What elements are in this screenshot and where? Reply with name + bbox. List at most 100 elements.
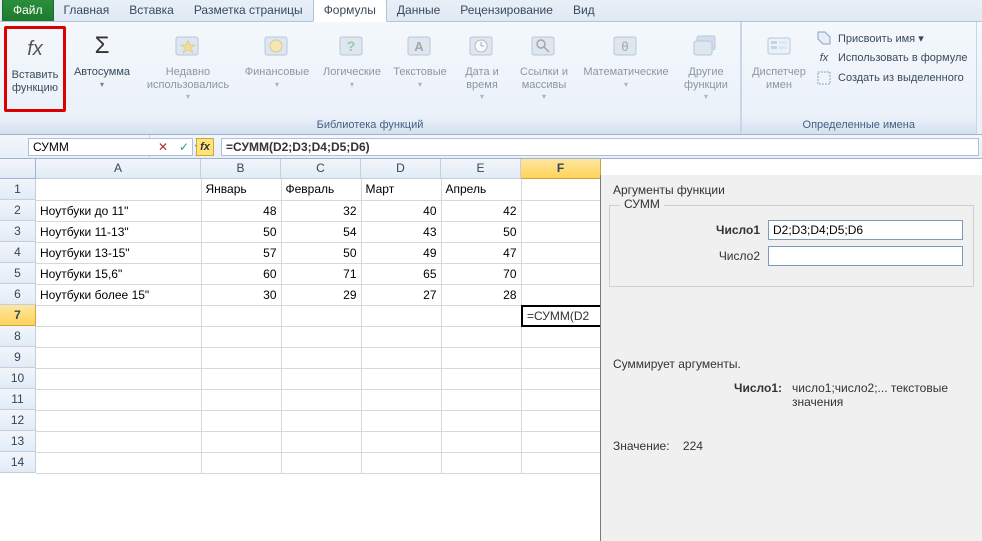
cell[interactable] bbox=[441, 389, 521, 410]
row-header[interactable]: 10 bbox=[0, 368, 36, 389]
col-header[interactable]: A bbox=[36, 159, 201, 179]
cell[interactable] bbox=[201, 410, 281, 431]
cell[interactable] bbox=[281, 431, 361, 452]
row-header[interactable]: 9 bbox=[0, 347, 36, 368]
cell[interactable] bbox=[281, 347, 361, 368]
row-header[interactable]: 12 bbox=[0, 410, 36, 431]
cell[interactable] bbox=[441, 431, 521, 452]
cell[interactable]: 50 bbox=[441, 221, 521, 242]
tab-insert[interactable]: Вставка bbox=[119, 0, 184, 21]
cell[interactable]: Апрель bbox=[441, 179, 521, 200]
cell[interactable]: 40 bbox=[361, 200, 441, 221]
cell[interactable] bbox=[201, 389, 281, 410]
cell[interactable] bbox=[201, 368, 281, 389]
cell[interactable] bbox=[281, 305, 361, 326]
cell[interactable]: 65 bbox=[361, 263, 441, 284]
cell[interactable] bbox=[521, 179, 601, 200]
cell[interactable]: 70 bbox=[441, 263, 521, 284]
row-header[interactable]: 11 bbox=[0, 389, 36, 410]
row-header[interactable]: 13 bbox=[0, 431, 36, 452]
datetime-button[interactable]: Дата и время ▾ bbox=[452, 26, 512, 112]
select-all-cell[interactable] bbox=[0, 159, 36, 179]
tab-data[interactable]: Данные bbox=[387, 0, 450, 21]
cell[interactable]: 43 bbox=[361, 221, 441, 242]
cell[interactable] bbox=[201, 347, 281, 368]
tab-home[interactable]: Главная bbox=[54, 0, 120, 21]
row-header[interactable]: 8 bbox=[0, 326, 36, 347]
cell[interactable] bbox=[361, 410, 441, 431]
cell[interactable]: 50 bbox=[201, 221, 281, 242]
cell[interactable] bbox=[36, 326, 201, 347]
cell[interactable] bbox=[441, 347, 521, 368]
math-button[interactable]: θ Математические ▾ bbox=[576, 26, 676, 112]
cell[interactable] bbox=[521, 452, 601, 473]
cell[interactable]: Март bbox=[361, 179, 441, 200]
recently-used-button[interactable]: Недавно использовались ▾ bbox=[138, 26, 238, 112]
tab-formulas[interactable]: Формулы bbox=[313, 0, 387, 22]
cell[interactable]: 47 bbox=[441, 242, 521, 263]
text-button[interactable]: A Текстовые ▾ bbox=[388, 26, 452, 112]
tab-review[interactable]: Рецензирование bbox=[450, 0, 563, 21]
cell[interactable]: Ноутбуки более 15" bbox=[36, 284, 201, 305]
cell[interactable] bbox=[361, 389, 441, 410]
tab-page-layout[interactable]: Разметка страницы bbox=[184, 0, 313, 21]
cell[interactable]: 27 bbox=[361, 284, 441, 305]
row-header[interactable]: 3 bbox=[0, 221, 36, 242]
cell[interactable] bbox=[36, 389, 201, 410]
cell[interactable] bbox=[281, 368, 361, 389]
cell[interactable]: 29 bbox=[281, 284, 361, 305]
cancel-formula-button[interactable]: ✕ bbox=[154, 138, 172, 156]
insert-function-button[interactable]: fx Вставить функцию bbox=[4, 26, 66, 112]
cell[interactable] bbox=[361, 452, 441, 473]
cell[interactable]: 71 bbox=[281, 263, 361, 284]
cell[interactable] bbox=[521, 326, 601, 347]
cell[interactable]: 32 bbox=[281, 200, 361, 221]
cell[interactable]: 57 bbox=[201, 242, 281, 263]
cell[interactable]: Ноутбуки 15,6" bbox=[36, 263, 201, 284]
col-header[interactable]: C bbox=[281, 159, 361, 179]
logical-button[interactable]: ? Логические ▾ bbox=[316, 26, 388, 112]
name-manager-button[interactable]: Диспетчер имен bbox=[746, 26, 812, 112]
cell[interactable] bbox=[441, 452, 521, 473]
cell[interactable]: 30 bbox=[201, 284, 281, 305]
cell[interactable] bbox=[521, 221, 601, 242]
row-header[interactable]: 6 bbox=[0, 284, 36, 305]
cell[interactable]: 48 bbox=[201, 200, 281, 221]
cell[interactable] bbox=[36, 368, 201, 389]
col-header[interactable]: E bbox=[441, 159, 521, 179]
cell[interactable] bbox=[36, 305, 201, 326]
cell[interactable] bbox=[281, 410, 361, 431]
row-header[interactable]: 4 bbox=[0, 242, 36, 263]
cell[interactable] bbox=[521, 263, 601, 284]
cell[interactable]: Ноутбуки 13-15" bbox=[36, 242, 201, 263]
cell[interactable]: 54 bbox=[281, 221, 361, 242]
lookup-button[interactable]: Ссылки и массивы ▾ bbox=[512, 26, 576, 112]
cell[interactable] bbox=[201, 431, 281, 452]
cell[interactable] bbox=[36, 431, 201, 452]
cell[interactable] bbox=[441, 326, 521, 347]
cell[interactable] bbox=[201, 326, 281, 347]
cell[interactable] bbox=[521, 284, 601, 305]
cell[interactable] bbox=[521, 389, 601, 410]
formula-input[interactable]: =СУММ(D2;D3;D4;D5;D6) bbox=[221, 138, 979, 156]
spreadsheet-grid[interactable]: Январь Февраль Март Апрель Ноутбуки до 1… bbox=[36, 179, 602, 474]
cell[interactable] bbox=[361, 347, 441, 368]
cell[interactable] bbox=[521, 410, 601, 431]
cell[interactable] bbox=[361, 431, 441, 452]
cell[interactable]: Ноутбуки 11-13" bbox=[36, 221, 201, 242]
cell[interactable]: 50 bbox=[281, 242, 361, 263]
create-from-selection-button[interactable]: Создать из выделенного bbox=[816, 70, 968, 86]
row-header[interactable]: 14 bbox=[0, 452, 36, 473]
col-header[interactable]: B bbox=[201, 159, 281, 179]
cell[interactable] bbox=[36, 347, 201, 368]
other-functions-button[interactable]: Другие функции ▾ bbox=[676, 26, 736, 112]
tab-view[interactable]: Вид bbox=[563, 0, 605, 21]
insert-function-small-button[interactable]: fx bbox=[196, 138, 214, 156]
cell[interactable] bbox=[281, 452, 361, 473]
financial-button[interactable]: Финансовые ▾ bbox=[238, 26, 316, 112]
cell[interactable] bbox=[521, 347, 601, 368]
cell[interactable]: 42 bbox=[441, 200, 521, 221]
cell[interactable] bbox=[361, 368, 441, 389]
cell[interactable] bbox=[201, 452, 281, 473]
cell[interactable] bbox=[521, 431, 601, 452]
